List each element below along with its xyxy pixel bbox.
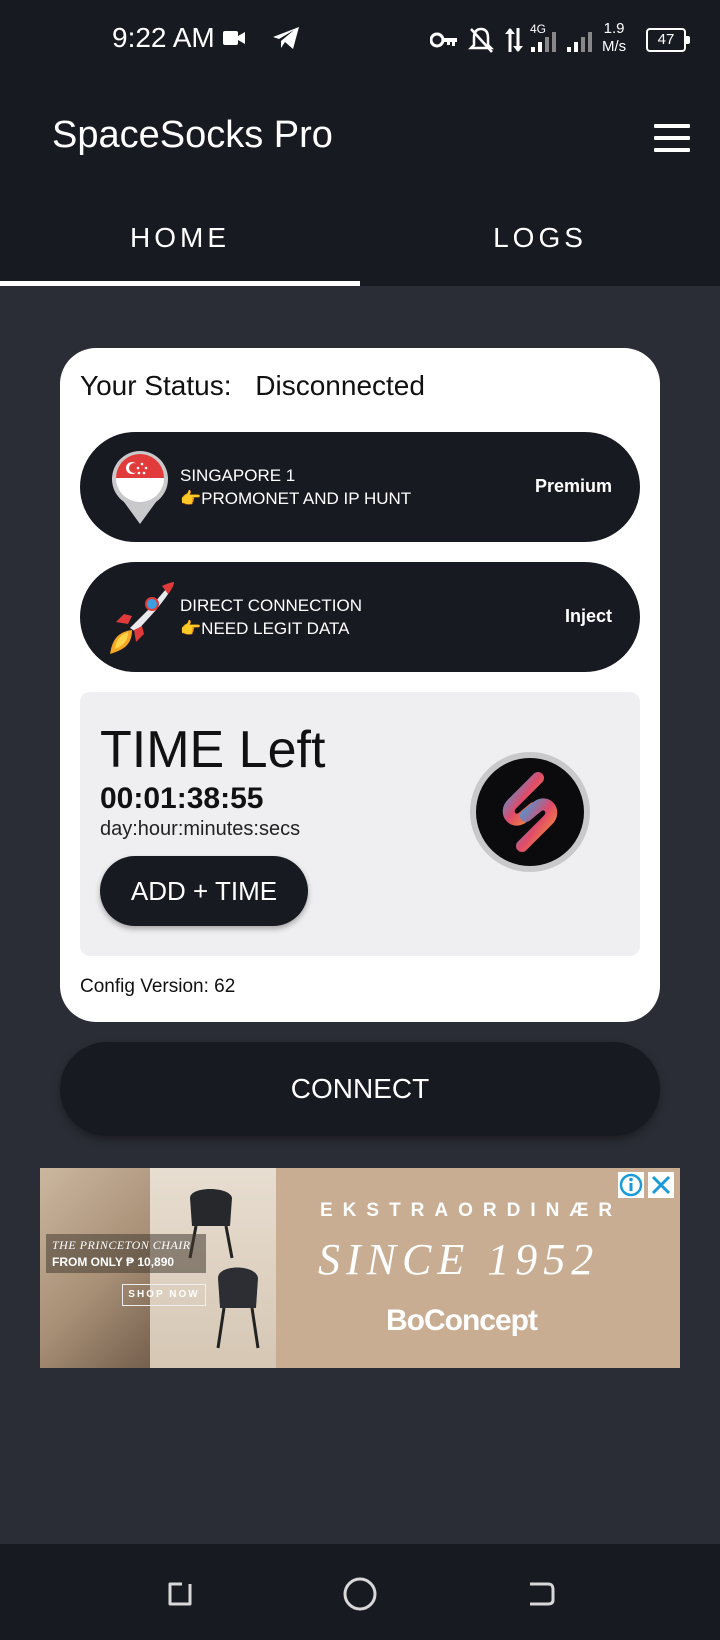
config-version: Config Version: 62 (80, 976, 236, 997)
ad-caption: THE PRINCETON CHAIR FROM ONLY ₱ 10,890 (46, 1234, 206, 1273)
server-selector[interactable]: SINGAPORE 1 👉PROMONET AND IP HUNT Premiu… (80, 432, 640, 542)
tab-bar: HOME LOGS (0, 190, 720, 286)
connection-selector[interactable]: DIRECT CONNECTION 👉NEED LEGIT DATA Injec… (80, 562, 640, 672)
signal-4g-icon (531, 32, 556, 52)
ad-brand: BoConcept (386, 1304, 538, 1337)
ad-close-icon[interactable] (648, 1172, 674, 1198)
tab-indicator (0, 281, 360, 286)
connect-button[interactable]: CONNECT (60, 1042, 660, 1136)
speed-value: 1.9 (603, 20, 625, 37)
hamburger-menu-icon[interactable] (654, 124, 690, 152)
bell-off-icon (468, 27, 494, 53)
telegram-icon (273, 27, 299, 49)
connection-name: DIRECT CONNECTION (180, 596, 362, 615)
spacesocks-logo-icon (470, 752, 590, 872)
app-bar: SpaceSocks Pro (0, 80, 720, 190)
back-icon[interactable] (520, 1574, 560, 1614)
connection-note: 👉NEED LEGIT DATA (180, 619, 350, 638)
rocket-icon (110, 582, 174, 654)
connection-badge: Inject (564, 606, 612, 626)
ad-headline: EKSTRAORDINÆR (320, 1200, 623, 1221)
ad-banner[interactable]: THE PRINCETON CHAIR FROM ONLY ₱ 10,890 S… (40, 1168, 680, 1368)
ad-caption-title: THE PRINCETON CHAIR (52, 1238, 191, 1252)
system-nav-bar (0, 1544, 720, 1640)
data-arrows-icon (505, 28, 523, 52)
status-bar: 9:22 AM 4G 1.9 M/s 47 (0, 0, 720, 80)
signal-icon (567, 32, 592, 52)
server-note: 👉PROMONET AND IP HUNT (180, 489, 412, 508)
status-value: Disconnected (255, 370, 425, 401)
battery-icon: 47 (646, 28, 690, 52)
status-card: Your Status: Disconnected SINGAPORE 1 👉P… (60, 348, 660, 1022)
ad-shop-now-button[interactable]: SHOP NOW (122, 1284, 206, 1306)
app-title: SpaceSocks Pro (52, 114, 333, 156)
server-name: SINGAPORE 1 (180, 466, 296, 485)
time-left-title: TIME Left (100, 721, 326, 779)
tab-home[interactable]: HOME (0, 190, 360, 286)
home-circle-icon[interactable] (340, 1574, 380, 1614)
ad-caption-price: FROM ONLY ₱ 10,890 (52, 1255, 175, 1269)
add-time-button[interactable]: ADD + TIME (100, 856, 308, 926)
singapore-flag-pin-icon (112, 451, 168, 524)
status-time: 9:22 AM (112, 22, 215, 53)
time-panel: TIME Left 00:01:38:55 day:hour:minutes:s… (80, 692, 640, 956)
server-badge: Premium (534, 476, 612, 496)
recents-icon[interactable] (160, 1574, 200, 1614)
tab-logs[interactable]: LOGS (360, 190, 720, 286)
speed-unit: M/s (602, 38, 627, 55)
network-speed: 1.9 M/s (602, 20, 626, 56)
video-camera-icon (223, 31, 245, 45)
ad-info-icon[interactable] (618, 1172, 644, 1198)
ad-subheadline: SINCE 1952 (318, 1235, 600, 1284)
time-format-label: day:hour:minutes:secs (100, 818, 301, 840)
status-line: Your Status: Disconnected (80, 370, 425, 402)
time-left-value: 00:01:38:55 (100, 782, 264, 815)
status-label: Your Status: (80, 370, 232, 401)
vpn-key-icon (430, 32, 457, 48)
